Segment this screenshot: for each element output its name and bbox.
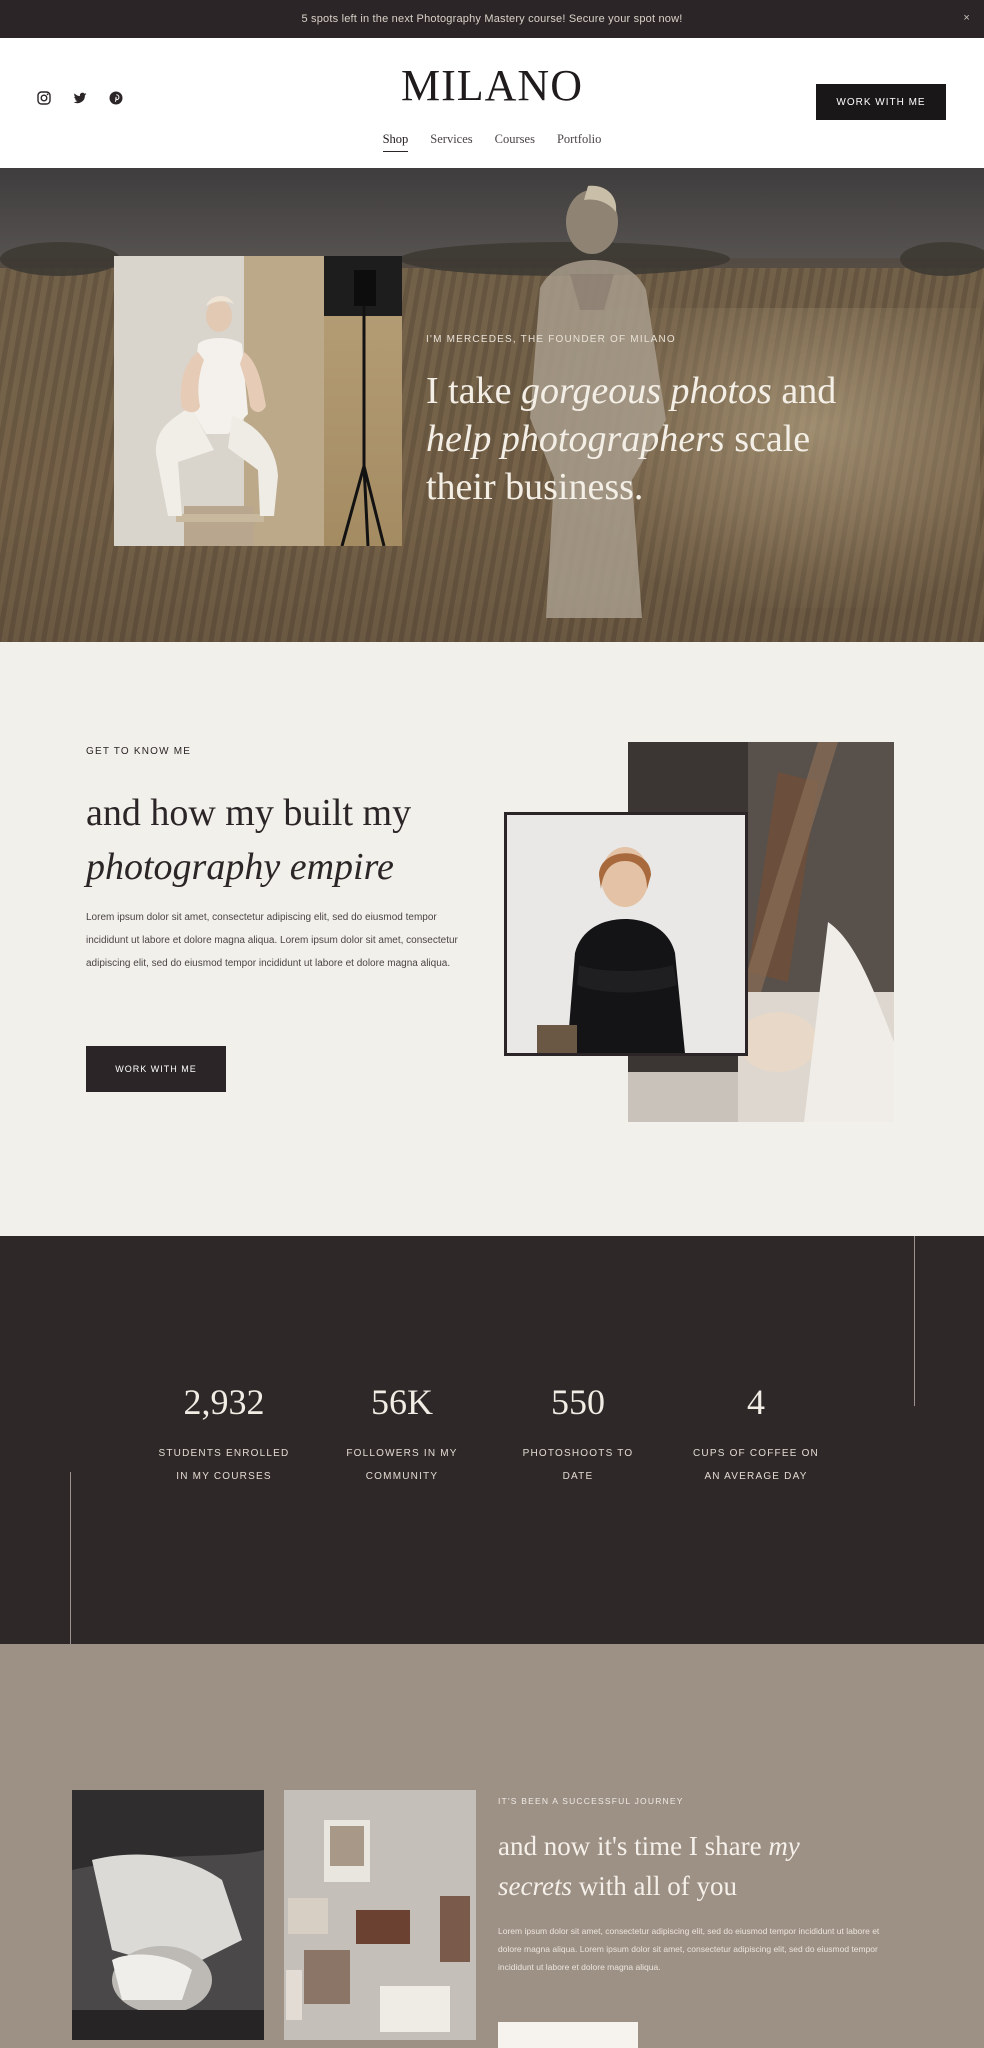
stat-label-line: STUDENTS ENROLLED <box>158 1448 290 1459</box>
hero-treeline <box>0 242 120 276</box>
hero-heading-emphasis: gorgeous photos <box>520 370 772 412</box>
nav-item-services[interactable]: Services <box>430 132 472 152</box>
hero-treeline <box>900 242 984 276</box>
about-work-with-me-button[interactable]: WORK WITH ME <box>86 1046 226 1092</box>
stat-label-line: IN MY COURSES <box>176 1471 272 1482</box>
stat-photoshoots: 550 PHOTOSHOOTS TO DATE <box>498 1382 658 1488</box>
about-eyebrow: GET TO KNOW ME <box>86 746 192 757</box>
stat-value: 4 <box>747 1382 765 1422</box>
stat-value: 56K <box>371 1382 433 1422</box>
hero-text: I'M MERCEDES, THE FOUNDER OF MILANO I ta… <box>426 334 866 511</box>
stat-label: PHOTOSHOOTS TO DATE <box>498 1442 658 1488</box>
hero-heading-part: I take <box>426 370 521 412</box>
stat-value: 550 <box>551 1382 605 1422</box>
stats-section: 2,932 STUDENTS ENROLLED IN MY COURSES 56K… <box>0 1236 984 1644</box>
hero-heading: I take gorgeous photos and help photogra… <box>426 367 866 511</box>
stat-label: CUPS OF COFFEE ON AN AVERAGE DAY <box>676 1442 836 1488</box>
journey-heading: and now it's time I share my secrets wit… <box>498 1826 898 1906</box>
journey-section: IT'S BEEN A SUCCESSFUL JOURNEY and now i… <box>0 1644 984 2048</box>
about-heading-emphasis: photography empire <box>86 846 394 888</box>
work-with-me-button[interactable]: WORK WITH ME <box>816 84 946 120</box>
page: 5 spots left in the next Photography Mas… <box>0 0 984 2048</box>
about-heading: and how my built my photography empire <box>86 786 486 894</box>
journey-cta-button[interactable] <box>498 2022 638 2048</box>
stat-label-line: PHOTOSHOOTS TO <box>522 1448 634 1459</box>
main-nav: Shop Services Courses Portfolio <box>0 132 984 152</box>
hero-heading-part: scale <box>724 418 811 460</box>
announcement-bar: 5 spots left in the next Photography Mas… <box>0 0 984 38</box>
journey-bw-photo <box>72 1790 264 2040</box>
journey-heading-emphasis: secrets <box>498 1871 572 1901</box>
about-portrait-photo <box>504 812 748 1056</box>
stat-coffee: 4 CUPS OF COFFEE ON AN AVERAGE DAY <box>676 1382 836 1488</box>
stat-label-line: FOLLOWERS IN MY <box>346 1448 458 1459</box>
close-icon[interactable]: × <box>963 12 970 24</box>
stat-label-line: COMMUNITY <box>365 1471 439 1482</box>
about-heading-part: and how my built my <box>86 792 412 834</box>
stat-label: FOLLOWERS IN MY COMMUNITY <box>322 1442 482 1488</box>
stat-label-line: AN AVERAGE DAY <box>704 1471 808 1482</box>
about-body: Lorem ipsum dolor sit amet, consectetur … <box>86 912 458 969</box>
decorative-line <box>70 1472 71 1644</box>
announcement-text[interactable]: 5 spots left in the next Photography Mas… <box>301 13 682 25</box>
nav-item-courses[interactable]: Courses <box>495 132 535 152</box>
nav-item-portfolio[interactable]: Portfolio <box>557 132 601 152</box>
hero-heading-part: their business. <box>426 466 644 508</box>
journey-heading-emphasis: my <box>768 1831 800 1861</box>
hero-eyebrow: I'M MERCEDES, THE FOUNDER OF MILANO <box>426 334 676 345</box>
journey-moodboard-photo <box>284 1790 476 2040</box>
hero-section: I'M MERCEDES, THE FOUNDER OF MILANO I ta… <box>0 168 984 642</box>
hero-heading-emphasis: help photographers <box>426 418 725 460</box>
stat-label-line: CUPS OF COFFEE ON <box>693 1448 819 1459</box>
hero-portrait-photo <box>114 256 324 546</box>
decorative-line <box>914 1236 915 1406</box>
stat-value: 2,932 <box>183 1382 265 1422</box>
journey-heading-part: with all of you <box>571 1871 737 1901</box>
hero-tripod-photo <box>324 256 402 547</box>
stat-students: 2,932 STUDENTS ENROLLED IN MY COURSES <box>144 1382 304 1488</box>
stat-label-line: DATE <box>562 1471 594 1482</box>
nav-item-shop[interactable]: Shop <box>382 132 409 152</box>
about-section: GET TO KNOW ME and how my built my photo… <box>0 642 984 1236</box>
site-header: MILANO Shop Services Courses Portfolio W… <box>0 38 984 168</box>
journey-body: Lorem ipsum dolor sit amet, consectetur … <box>498 1926 880 1972</box>
journey-eyebrow: IT'S BEEN A SUCCESSFUL JOURNEY <box>498 1796 684 1806</box>
journey-heading-part: and now it's time I share <box>498 1831 769 1861</box>
stat-label: STUDENTS ENROLLED IN MY COURSES <box>144 1442 304 1488</box>
hero-heading-part: and <box>771 370 837 412</box>
stat-followers: 56K FOLLOWERS IN MY COMMUNITY <box>322 1382 482 1488</box>
